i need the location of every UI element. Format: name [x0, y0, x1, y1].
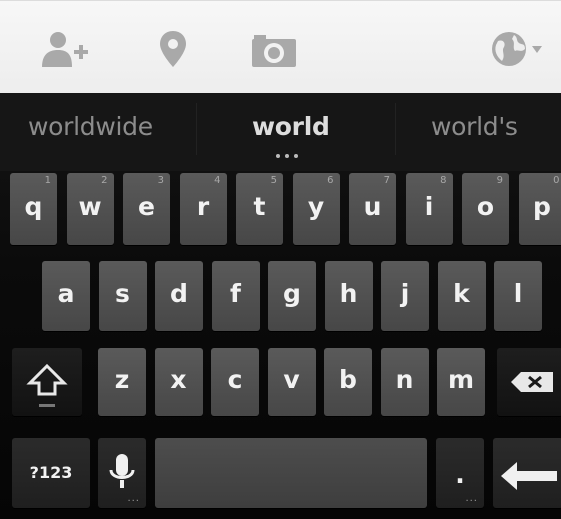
key-q[interactable]: 1q — [10, 173, 57, 245]
key-hint: 0 — [553, 175, 560, 186]
key-label: d — [170, 279, 188, 308]
key-r[interactable]: 4r — [179, 173, 227, 245]
key-w[interactable]: 2w — [66, 173, 114, 245]
key-f[interactable]: f — [211, 261, 260, 331]
enter-arrow-icon — [501, 462, 557, 490]
soft-keyboard: worldwide world world's ?123 ... . ... 1… — [0, 93, 561, 519]
key-y[interactable]: 6y — [292, 173, 340, 245]
key-n[interactable]: n — [380, 348, 429, 416]
backspace-key[interactable] — [497, 348, 561, 416]
key-label: u — [363, 192, 382, 221]
add-contact-icon[interactable] — [38, 29, 92, 69]
symbols-key[interactable]: ?123 — [12, 438, 90, 508]
key-label: b — [339, 365, 357, 394]
compose-toolbar — [0, 0, 561, 94]
key-d[interactable]: d — [155, 261, 203, 331]
key-label: f — [230, 279, 241, 308]
suggestion-right[interactable]: world's — [431, 112, 518, 141]
key-a[interactable]: a — [42, 261, 90, 331]
key-hint: 6 — [327, 175, 334, 186]
key-label: q — [24, 192, 43, 221]
key-j[interactable]: j — [381, 261, 429, 331]
key-p[interactable]: 0p — [518, 173, 561, 245]
more-suggestions-indicator[interactable] — [276, 154, 298, 160]
location-pin-icon[interactable] — [158, 29, 188, 69]
key-label: c — [227, 365, 243, 394]
key-hint: 5 — [270, 175, 277, 186]
voice-input-key[interactable]: ... — [98, 438, 146, 508]
suggestion-strip: worldwide world world's — [0, 93, 561, 171]
camera-icon[interactable] — [250, 29, 298, 69]
key-x[interactable]: x — [154, 348, 203, 416]
key-b[interactable]: b — [324, 348, 372, 416]
key-label: e — [138, 192, 155, 221]
suggestion-center[interactable]: world — [252, 112, 330, 141]
key-label: z — [114, 365, 130, 394]
key-hint: 4 — [214, 175, 221, 186]
key-label: y — [307, 192, 325, 221]
key-c[interactable]: c — [211, 348, 259, 416]
key-label: l — [513, 279, 523, 308]
backspace-icon — [511, 372, 553, 392]
shift-arrow-icon — [26, 363, 68, 407]
key-label: j — [400, 279, 410, 308]
enter-key[interactable] — [493, 438, 561, 508]
key-label: s — [115, 279, 130, 308]
key-e[interactable]: 3e — [123, 173, 170, 245]
key-label: r — [196, 192, 210, 221]
period-key[interactable]: . ... — [436, 438, 484, 508]
key-l[interactable]: l — [494, 261, 542, 331]
key-hint: 7 — [383, 175, 390, 186]
key-label: i — [424, 192, 434, 221]
key-m[interactable]: m — [437, 348, 485, 416]
key-hint: 3 — [157, 175, 164, 186]
globe-icon[interactable] — [488, 29, 550, 69]
key-i[interactable]: 8i — [405, 173, 453, 245]
key-label: h — [339, 279, 358, 308]
key-label: g — [283, 279, 301, 308]
key-label: m — [447, 365, 475, 394]
key-o[interactable]: 9o — [462, 173, 509, 245]
key-label: w — [78, 192, 102, 221]
space-bar[interactable] — [155, 438, 427, 508]
key-hint: 9 — [496, 175, 503, 186]
suggestion-left[interactable]: worldwide — [28, 112, 153, 141]
key-hint: 8 — [440, 175, 447, 186]
key-v[interactable]: v — [267, 348, 316, 416]
key-h[interactable]: h — [324, 261, 373, 331]
key-label: v — [283, 365, 300, 394]
key-label: n — [395, 365, 414, 394]
key-hint: 1 — [44, 175, 51, 186]
key-label: k — [453, 279, 470, 308]
key-hint: 2 — [101, 175, 108, 186]
key-label: t — [253, 192, 266, 221]
key-k[interactable]: k — [437, 261, 486, 331]
suggestion-divider — [196, 103, 197, 155]
key-u[interactable]: 7u — [349, 173, 396, 245]
key-label: o — [476, 192, 495, 221]
key-label: p — [533, 192, 551, 221]
key-label: x — [170, 365, 187, 394]
key-z[interactable]: z — [98, 348, 146, 416]
shift-key[interactable] — [12, 348, 82, 416]
key-label: a — [57, 279, 75, 308]
key-s[interactable]: s — [98, 261, 147, 331]
key-t[interactable]: 5t — [236, 173, 283, 245]
key-g[interactable]: g — [268, 261, 316, 331]
suggestion-divider — [395, 103, 396, 155]
